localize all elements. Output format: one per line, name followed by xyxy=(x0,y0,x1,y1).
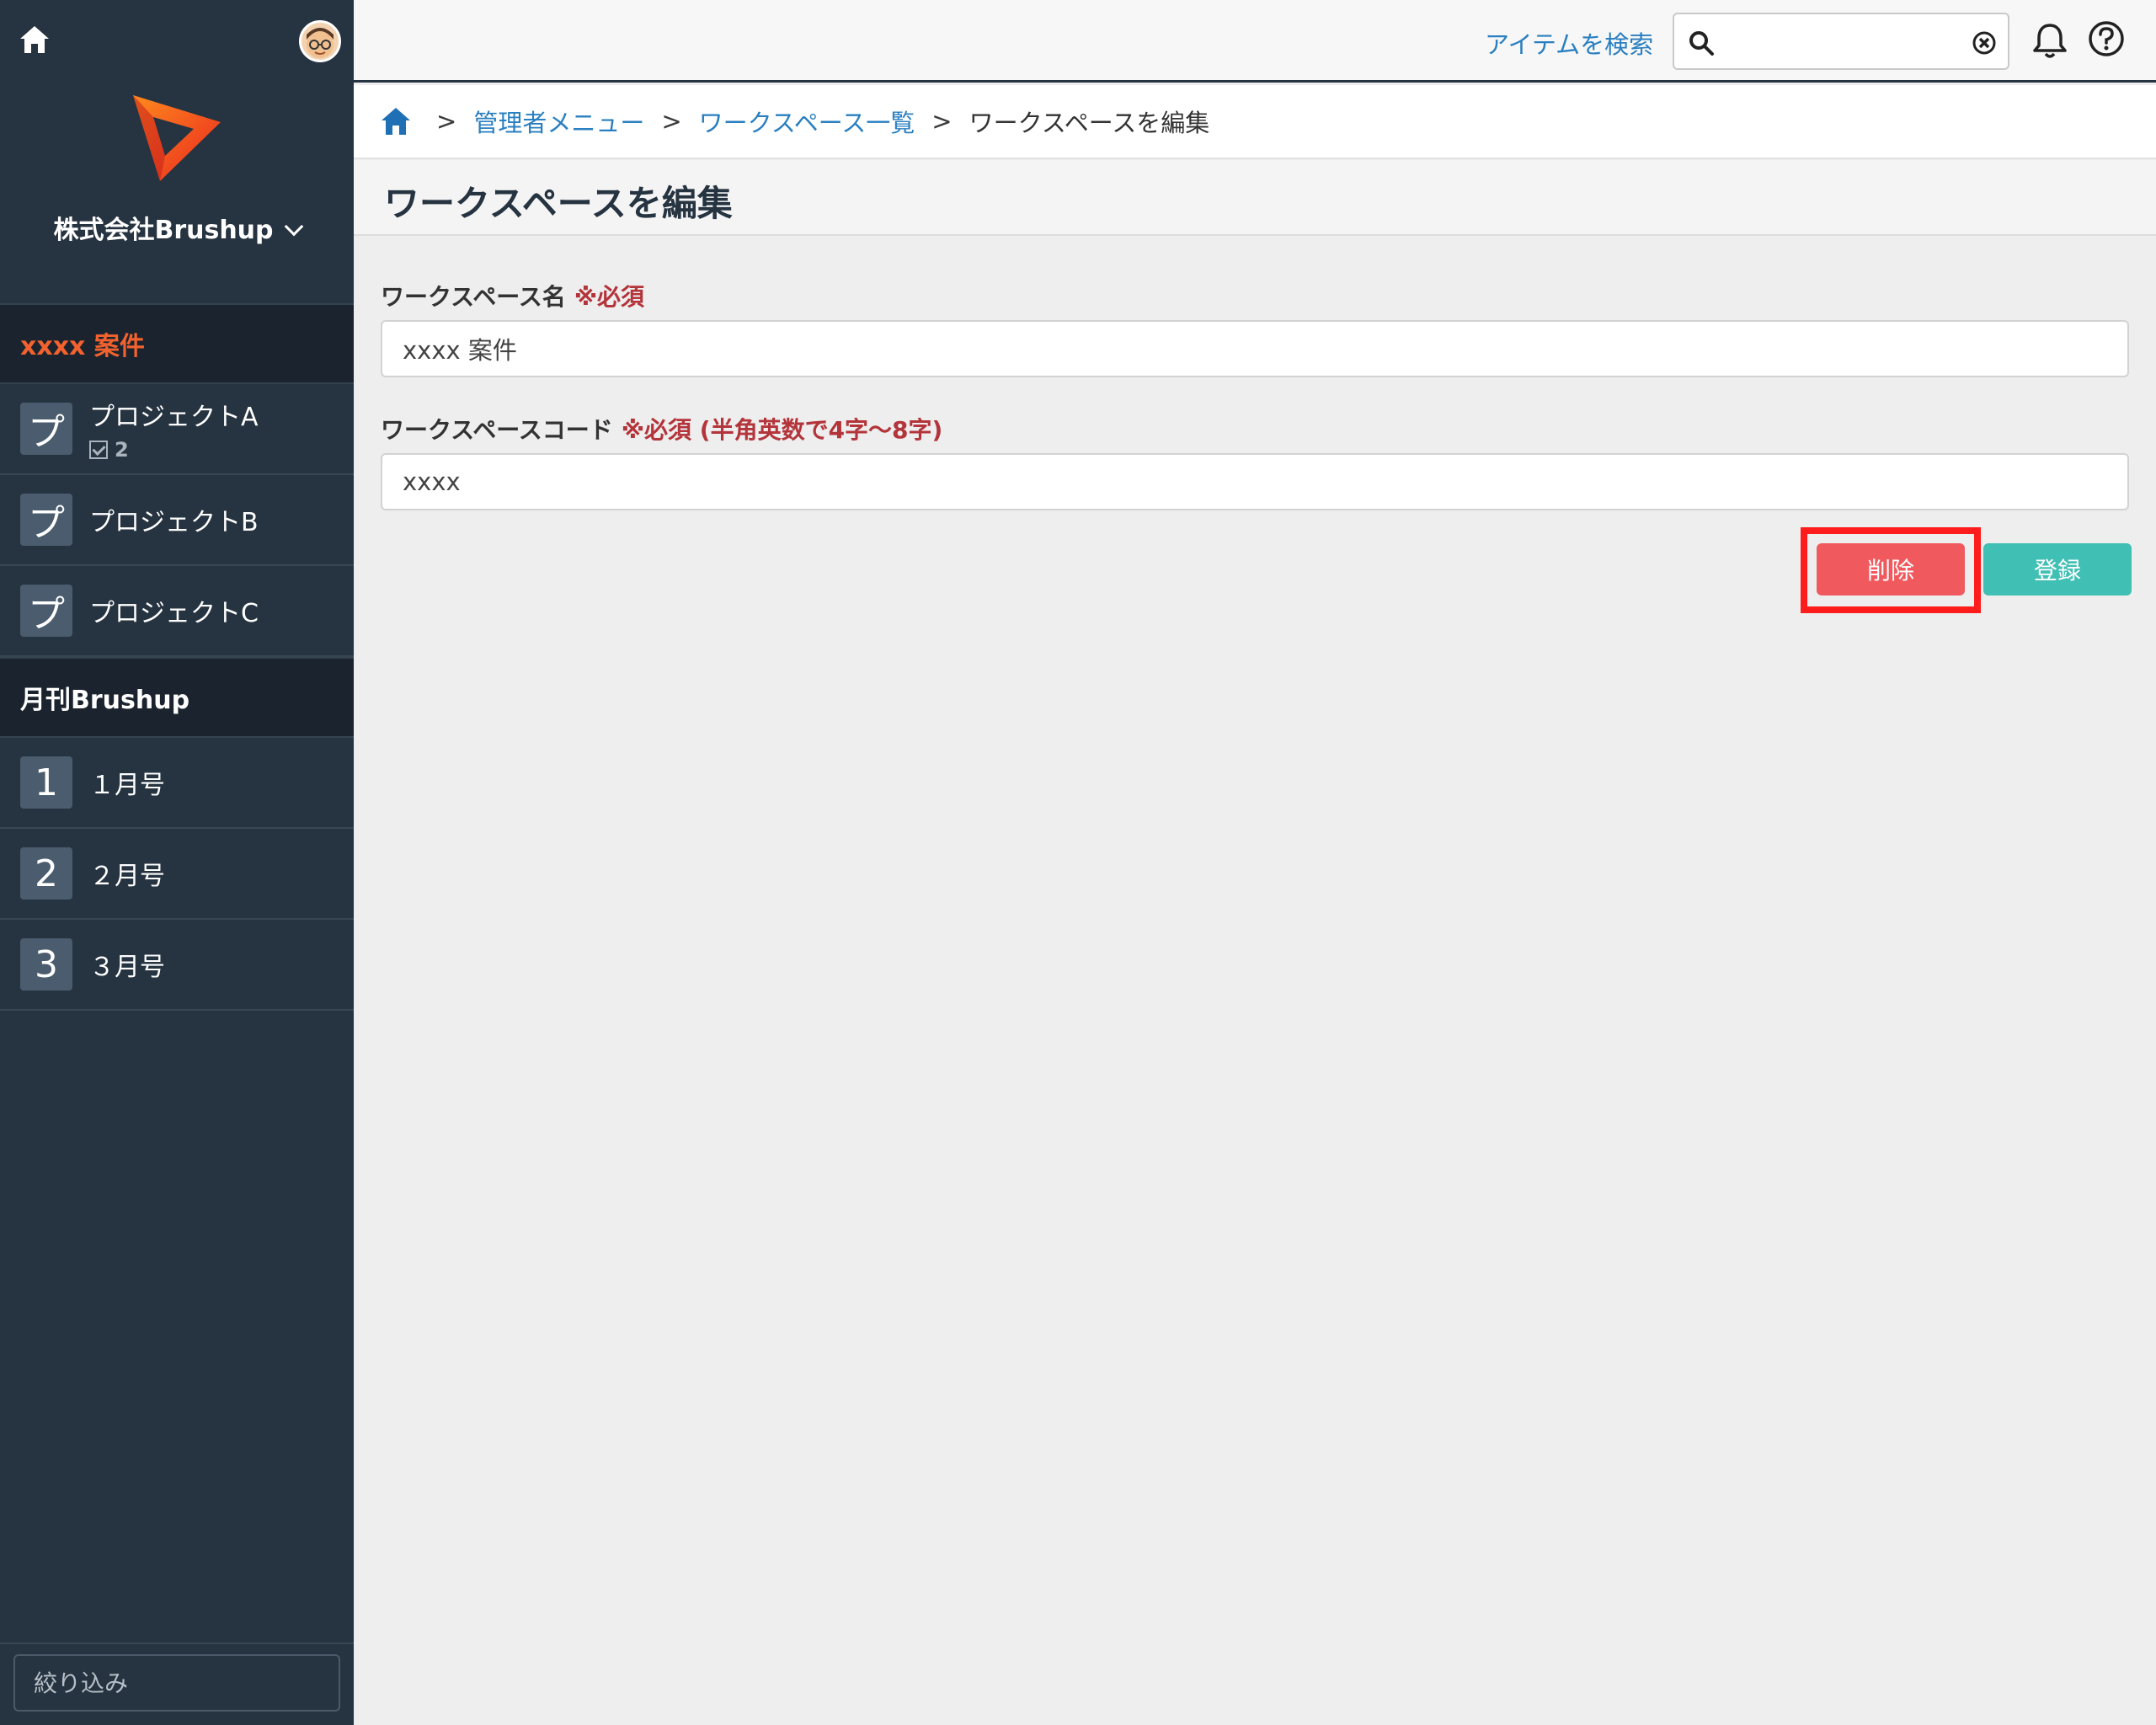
label-text: ワークスペースコード xyxy=(381,416,613,444)
checkbox-icon xyxy=(89,441,108,459)
sidebar-item-project-c[interactable]: プ プロジェクトC xyxy=(0,566,354,657)
required-mark: ※必須 (半角英数で4字〜8字) xyxy=(621,416,943,444)
breadcrumb-separator: > xyxy=(661,107,682,136)
company-switcher[interactable]: 株式会社Brushup xyxy=(0,209,354,246)
project-name: プロジェクトA xyxy=(89,403,259,432)
chevron-down-icon xyxy=(284,216,303,237)
workspace-header-2[interactable]: 月刊Brushup xyxy=(0,657,354,738)
sidebar-filter xyxy=(0,1642,354,1725)
top-bar: アイテムを検索 xyxy=(354,0,2156,83)
search-items-link[interactable]: アイテムを検索 xyxy=(1485,25,1653,61)
search-icon xyxy=(1689,31,1714,56)
project-tile: プ xyxy=(20,403,72,455)
item-count-value: 2 xyxy=(115,438,129,462)
sidebar: 株式会社Brushup xxxx 案件 プ プロジェクトA 2 プ プロジェクト… xyxy=(0,0,354,1725)
filter-input[interactable] xyxy=(13,1654,340,1712)
sidebar-item-february[interactable]: 2 ２月号 xyxy=(0,829,354,920)
breadcrumb-separator: > xyxy=(436,107,457,136)
bell-icon[interactable] xyxy=(2030,20,2070,61)
breadcrumb-separator: > xyxy=(931,107,953,136)
project-name: プロジェクトB xyxy=(89,508,259,537)
project-tile: 3 xyxy=(20,938,72,991)
breadcrumb: > 管理者メニュー > ワークスペース一覧 > ワークスペースを編集 xyxy=(354,85,2156,159)
project-name: ２月号 xyxy=(89,862,165,891)
sidebar-item-march[interactable]: 3 ３月号 xyxy=(0,920,354,1011)
workspace-code-field[interactable] xyxy=(381,453,2129,510)
sidebar-item-project-a[interactable]: プ プロジェクトA 2 xyxy=(0,384,354,475)
search-input[interactable] xyxy=(1673,13,2009,70)
workspace-title: 月刊Brushup xyxy=(20,686,190,715)
project-tile: プ xyxy=(20,494,72,546)
workspace-code-label: ワークスペースコード ※必須 (半角英数で4字〜8字) xyxy=(381,412,942,446)
project-name: ３月号 xyxy=(89,953,165,982)
sidebar-item-january[interactable]: 1 １月号 xyxy=(0,738,354,829)
delete-button[interactable]: 削除 xyxy=(1817,543,1965,595)
breadcrumb-admin-menu[interactable]: 管理者メニュー xyxy=(473,104,644,139)
workspace-name-label: ワークスペース名 ※必須 xyxy=(381,279,644,312)
project-name: プロジェクトC xyxy=(89,599,259,628)
project-tile: プ xyxy=(20,585,72,637)
workspace-header-1[interactable]: xxxx 案件 xyxy=(0,303,354,384)
register-button[interactable]: 登録 xyxy=(1983,543,2132,595)
help-icon[interactable] xyxy=(2086,19,2127,59)
project-tile: 1 xyxy=(20,756,72,809)
home-icon[interactable] xyxy=(17,22,52,57)
page-header: ワークスペースを編集 xyxy=(354,160,2156,236)
breadcrumb-current: ワークスペースを編集 xyxy=(969,109,1210,137)
page-title: ワークスペースを編集 xyxy=(384,183,733,224)
project-name: １月号 xyxy=(89,771,165,800)
item-count: 2 xyxy=(89,438,259,462)
avatar[interactable] xyxy=(299,20,341,62)
project-tile: 2 xyxy=(20,847,72,900)
workspace-title: xxxx 案件 xyxy=(20,332,145,361)
workspace-name-field[interactable] xyxy=(381,320,2129,377)
brushup-logo xyxy=(133,95,221,181)
clear-icon[interactable] xyxy=(1971,29,1998,56)
breadcrumb-workspace-list[interactable]: ワークスペース一覧 xyxy=(699,104,915,139)
company-name: 株式会社Brushup xyxy=(53,216,274,245)
label-text: ワークスペース名 xyxy=(381,283,566,311)
sidebar-item-project-b[interactable]: プ プロジェクトB xyxy=(0,475,354,566)
home-icon[interactable] xyxy=(379,104,413,138)
required-mark: ※必須 xyxy=(574,283,645,311)
